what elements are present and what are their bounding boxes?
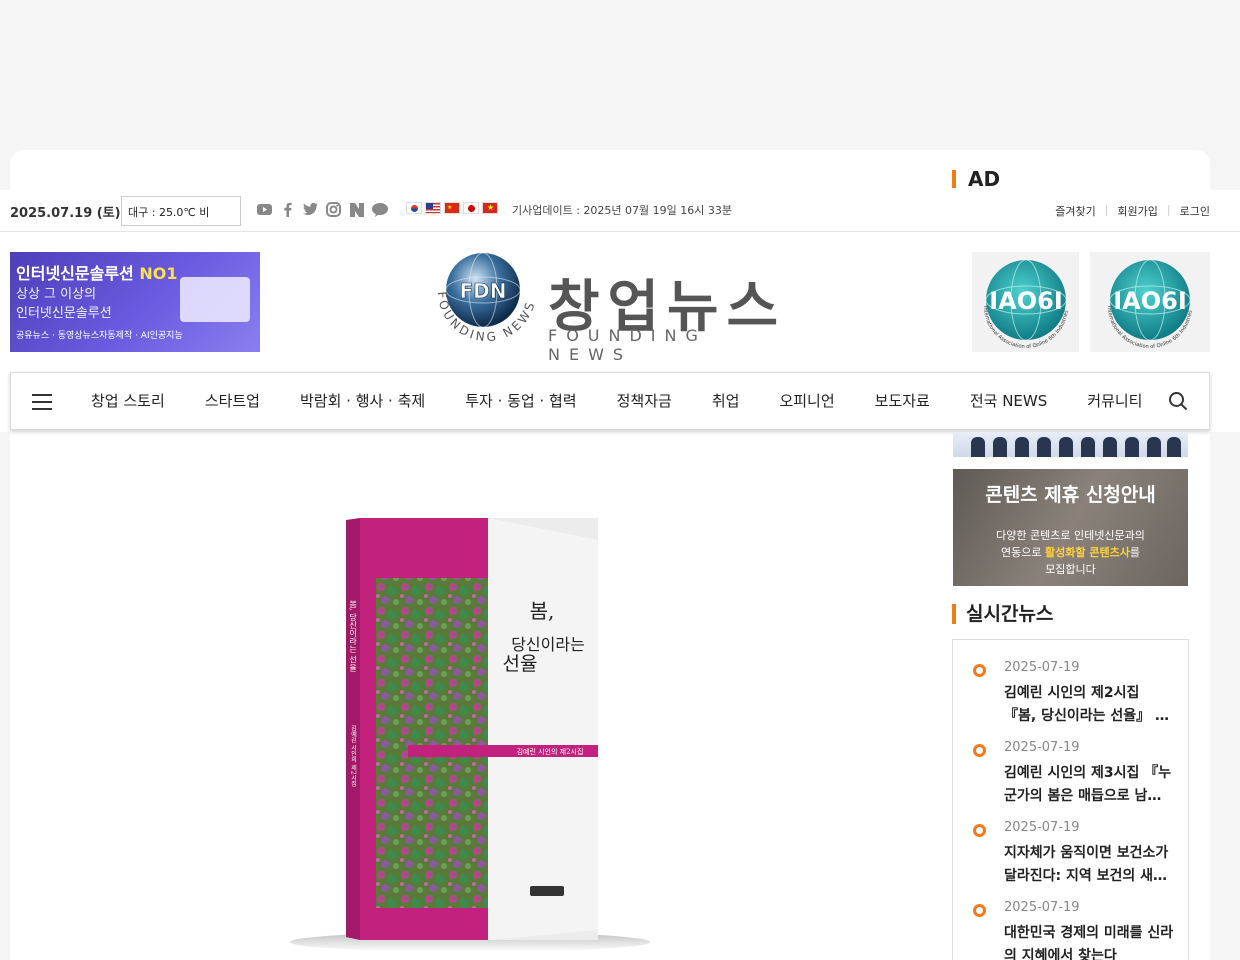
bullet-icon <box>973 664 986 677</box>
bullet-icon <box>973 824 986 837</box>
article-book-image: 김예린 시인의 제2시집 봄, 당신이라는 선율 봄, 당신이라는 선율 김예린… <box>280 510 680 960</box>
banner-features: 공유뉴스 · 동영상뉴스자동제작 · AI인공지능 <box>16 331 183 341</box>
update-timestamp: 기사업데이트 : 2025년 07월 19일 16시 33분 <box>512 204 732 217</box>
account-links: 즐겨찾기 | 회원가입 | 로그인 <box>1055 203 1210 219</box>
iao-globe-icon: IAO6I International Association of Onlin… <box>981 259 1069 350</box>
svg-text:봄, 당신이라는 선율: 봄, 당신이라는 선율 <box>348 600 357 672</box>
solution-banner[interactable]: 인터넷신문솔루션 NO1 상상 그 이상의 인터넷신문솔루션 공유뉴스 · 동영상… <box>10 252 260 352</box>
globe-logo-icon: FDN FOUNDING NEWS <box>435 252 535 344</box>
nav-item-investment[interactable]: 투자 · 동업 · 협력 <box>465 373 576 431</box>
svg-text:IAO6I: IAO6I <box>989 287 1063 315</box>
nav-item-press[interactable]: 보도자료 <box>875 373 930 431</box>
iao-badge-1[interactable]: IAO6I International Association of Onlin… <box>972 252 1079 352</box>
logo-subtitle: FOUNDING NEWS <box>548 326 707 364</box>
hamburger-menu-icon[interactable] <box>32 394 52 410</box>
svg-text:IAO6I: IAO6I <box>1113 287 1187 315</box>
nav-item-nationwide[interactable]: 전국 NEWS <box>970 373 1047 431</box>
svg-text:선율: 선율 <box>503 653 538 675</box>
bullet-icon <box>973 744 986 757</box>
nav-item-community[interactable]: 커뮤니티 <box>1087 373 1142 431</box>
nav-item-jobs[interactable]: 취업 <box>712 373 740 431</box>
banner-illustration <box>180 277 250 322</box>
nav-items: 창업 스토리 스타트업 박람회 · 행사 · 축제 투자 · 동업 · 협력 정… <box>91 373 1182 431</box>
usa-flag[interactable] <box>425 202 441 214</box>
language-flags: ★ ★ <box>406 202 498 214</box>
svg-text:당신이라는: 당신이라는 <box>511 635 585 654</box>
japan-flag[interactable] <box>463 202 479 214</box>
nav-item-startup[interactable]: 스타트업 <box>205 373 260 431</box>
iao-globe-icon: IAO6I International Association of Onlin… <box>1106 259 1194 350</box>
vietnam-flag[interactable]: ★ <box>482 202 498 214</box>
korea-flag[interactable] <box>406 202 422 214</box>
facebook-icon[interactable] <box>279 201 296 218</box>
instagram-icon[interactable] <box>325 201 342 218</box>
iao-badge-2[interactable]: IAO6I International Association of Onlin… <box>1090 252 1210 352</box>
nav-item-expo[interactable]: 박람회 · 행사 · 축제 <box>300 373 425 431</box>
main-nav: 창업 스토리 스타트업 박람회 · 행사 · 축제 투자 · 동업 · 협력 정… <box>10 372 1210 430</box>
nav-item-policy-fund[interactable]: 정책자금 <box>617 373 672 431</box>
current-date: 2025.07.19 (토) <box>10 206 121 221</box>
banner-body: 상상 그 이상의 인터넷신문솔루션 <box>16 287 112 321</box>
youtube-icon[interactable] <box>256 201 273 218</box>
twitter-icon[interactable] <box>302 201 319 218</box>
banner-headline: 인터넷신문솔루션 NO1 <box>16 264 178 283</box>
naver-icon[interactable] <box>348 201 365 218</box>
realtime-news-list: 2025-07-19 김예린 시인의 제2시집 『봄, 당신이라는 선율』 출간… <box>952 639 1189 960</box>
china-flag[interactable]: ★ <box>444 202 460 214</box>
nav-item-opinion[interactable]: 오피니언 <box>779 373 834 431</box>
top-bar: 2025.07.19 (토) 대구 : 25.0℃ 비 ★ ★ 기사업데이트 :… <box>0 190 1240 232</box>
svg-text:봄,: 봄, <box>530 599 555 623</box>
site-header: 2025.07.19 (토) 대구 : 25.0℃ 비 ★ ★ 기사업데이트 :… <box>0 190 1240 432</box>
svg-text:김예린 시인의 제2시집: 김예린 시인의 제2시집 <box>517 747 584 756</box>
content-banner-body: 다양한 콘텐츠로 인테넷신문과의 연동으로 활성화할 콘텐츠사를 모집합니다 <box>996 529 1145 576</box>
bullet-icon <box>973 904 986 917</box>
kakao-icon[interactable] <box>371 201 388 218</box>
search-icon[interactable] <box>1168 391 1188 415</box>
social-links <box>256 201 388 218</box>
nav-item-founding-story[interactable]: 창업 스토리 <box>91 373 165 431</box>
signup-link[interactable]: 회원가입 <box>1117 203 1157 219</box>
weather-widget[interactable]: 대구 : 25.0℃ 비 <box>121 196 241 226</box>
realtime-news-title: 실시간뉴스 <box>952 604 1053 624</box>
top-ad-space <box>0 0 1240 150</box>
login-link[interactable]: 로그인 <box>1180 203 1210 219</box>
site-logo[interactable]: FDN FOUNDING NEWS 창업뉴스 FOUNDING NEWS <box>430 252 800 364</box>
content-partnership-banner[interactable]: 콘텐츠 제휴 신청안내 다양한 콘텐츠로 인테넷신문과의 연동으로 활성화할 콘… <box>953 469 1188 586</box>
ad-label: AD <box>952 170 1000 188</box>
svg-text:FDN: FDN <box>459 279 506 303</box>
side-ad-image[interactable] <box>953 432 1188 457</box>
content-banner-title: 콘텐츠 제휴 신청안내 <box>985 484 1156 506</box>
svg-text:김예린 시인의 제2시집: 김예린 시인의 제2시집 <box>350 725 357 787</box>
bookmark-link[interactable]: 즐겨찾기 <box>1055 203 1095 219</box>
